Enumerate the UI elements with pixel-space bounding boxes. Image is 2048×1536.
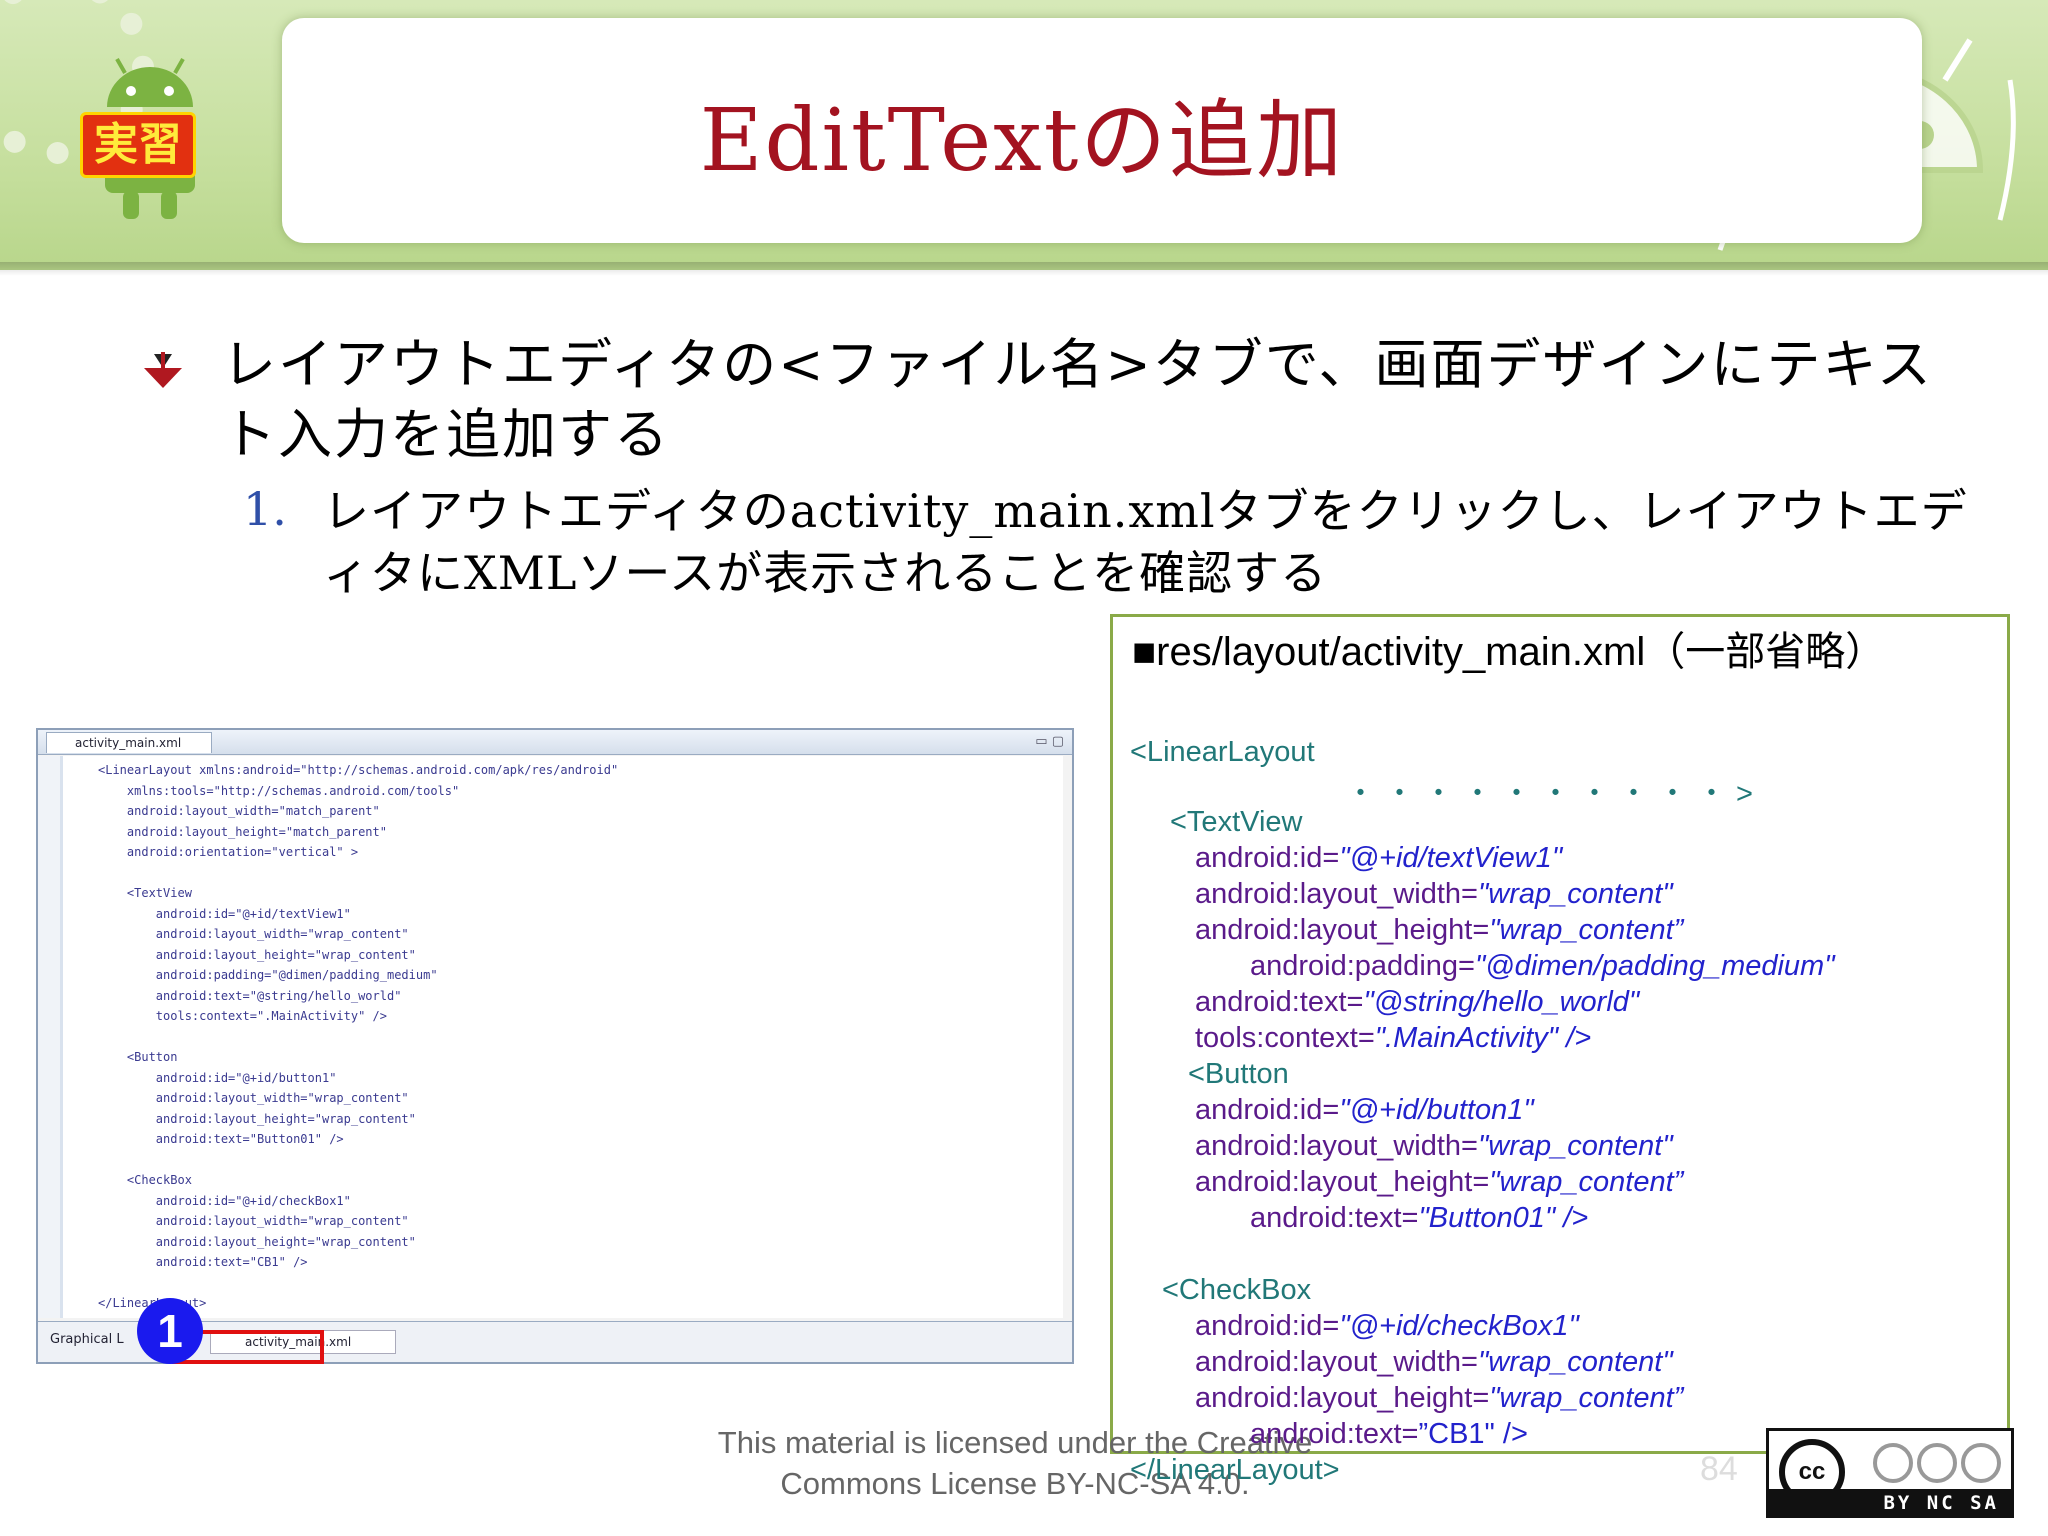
code-line: <LinearLayout xmlns:android="http://sche… — [98, 763, 619, 777]
code-line: android:layout_height="wrap_content" — [98, 1234, 416, 1249]
attr-value: ”CB1" /> — [1418, 1418, 1528, 1450]
attr-name: android:id= — [1195, 1094, 1340, 1126]
code-line: android:layout_width="wrap_content" — [98, 1214, 409, 1228]
code-line: android:id="@+id/checkBox1" — [98, 1193, 351, 1208]
attr-value: "@+id/button1" — [1339, 1094, 1534, 1126]
bullet-arrow-icon — [144, 352, 182, 388]
attr-name: android:text= — [1250, 1202, 1419, 1234]
xml-attr-line: android:id="@+id/checkBox1" — [1195, 1310, 1579, 1343]
code-line: android:layout_width="wrap_content" — [98, 927, 409, 941]
sa-icon — [1961, 1443, 2001, 1483]
step-text: レイアウトエディタのactivity_main.xmlタブをクリックし、レイアウ… — [323, 484, 1968, 600]
attr-value: "wrap_content” — [1489, 1382, 1684, 1414]
code-line: android:layout_width="match_parent" — [98, 804, 380, 818]
code-line: <Button — [98, 1050, 178, 1064]
xml-attr-line: android:layout_height="wrap_content” — [1195, 1166, 1683, 1199]
code-line: android:text="Button01" /> — [98, 1132, 344, 1146]
attr-name: android:text= — [1195, 986, 1364, 1018]
code-line: <CheckBox — [98, 1173, 192, 1187]
code-line: android:padding="@dimen/padding_medium" — [98, 968, 438, 982]
attr-value: "@+id/textView1" — [1339, 842, 1563, 874]
attr-value: "wrap_content" — [1477, 1130, 1673, 1162]
window-buttons-icon[interactable]: ▭ ▢ — [1035, 734, 1064, 749]
code-line: android:orientation="vertical" > — [98, 845, 359, 859]
attr-name: android:id= — [1195, 1310, 1340, 1342]
xml-attr-line: android:text=”CB1" /> — [1250, 1418, 1528, 1451]
attr-name: android:id= — [1195, 842, 1340, 874]
cc-license-badge: cc BY NC SA — [1766, 1428, 2014, 1518]
bullet-main-text: レイアウトエディタの<ファイル名>タブで、画面デザインにテキスト入力を追加する — [222, 333, 1933, 466]
xml-attr-line: android:padding="@dimen/padding_medium" — [1250, 950, 1835, 983]
attr-name: android:layout_height= — [1195, 1382, 1490, 1414]
code-line: </LinearLayout> — [98, 1293, 1068, 1314]
linearlayout-close: </LinearLayout> — [1130, 1454, 1340, 1486]
page-number: 84 — [1700, 1450, 1738, 1488]
code-line: android:layout_height="match_parent" — [98, 824, 387, 839]
attr-value: "wrap_content” — [1489, 914, 1684, 946]
cc-label-bar: BY NC SA — [1769, 1489, 2011, 1515]
step-number: 1. — [243, 482, 287, 536]
cc-label: BY NC SA — [1883, 1492, 1999, 1514]
checkbox-open: <CheckBox — [1162, 1274, 1312, 1306]
code-line: xmlns:tools="http://schemas.android.com/… — [98, 783, 460, 798]
editor-ruler — [38, 756, 60, 1318]
attr-value: "wrap_content" — [1477, 1346, 1673, 1378]
code-line: <TextView — [98, 886, 192, 900]
attr-value: "wrap_content" — [1477, 878, 1673, 910]
textview-open: <TextView — [1170, 806, 1303, 838]
attr-name: android:text= — [1250, 1418, 1419, 1450]
xml-attr-line: android:layout_width="wrap_content" — [1195, 1130, 1673, 1163]
code-line: android:text="CB1" /> — [98, 1255, 308, 1269]
editor-screenshot: activity_main.xml ▭ ▢ <LinearLayout xmln… — [36, 728, 1074, 1364]
code-line: android:layout_height="wrap_content" — [98, 947, 416, 962]
xml-attr-line: android:layout_width="wrap_content" — [1195, 878, 1673, 911]
nc-icon — [1917, 1443, 1957, 1483]
attr-name: android:layout_width= — [1195, 1130, 1478, 1162]
attr-name: android:layout_width= — [1195, 1346, 1478, 1378]
xml-attr-line: android:layout_height="wrap_content” — [1195, 1382, 1683, 1415]
attr-name: tools:context= — [1195, 1022, 1375, 1054]
slide-title: EditTextの追加 — [699, 91, 1345, 191]
linearlayout-open: <LinearLayout — [1130, 736, 1315, 768]
ellipsis: ・・・・・・・・・・> — [1346, 778, 1763, 810]
xml-attr-line: android:id="@+id/button1" — [1195, 1094, 1534, 1127]
code-line: android:text="@string/hello_world" — [98, 988, 402, 1003]
practice-badge: 実習 — [80, 112, 196, 178]
callout-number: 1 — [137, 1298, 203, 1364]
xml-attr-line: android:text="@string/hello_world" — [1195, 986, 1639, 1019]
attr-value: "Button01" /> — [1418, 1202, 1589, 1234]
attr-value: "wrap_content” — [1489, 1166, 1684, 1198]
editor-tab[interactable]: activity_main.xml — [46, 732, 213, 753]
attr-value: "@string/hello_world" — [1363, 986, 1640, 1018]
button-open: <Button — [1188, 1058, 1289, 1090]
code-line: android:id="@+id/button1" — [98, 1070, 337, 1085]
code-line: tools:context=".MainActivity" /> — [98, 1009, 387, 1023]
attr-value: "@+id/checkBox1" — [1339, 1310, 1579, 1342]
editor-code: <LinearLayout xmlns:android="http://sche… — [98, 760, 1068, 1314]
code-line: android:layout_width="wrap_content" — [98, 1091, 409, 1105]
xml-attr-line: tools:context=".MainActivity" /> — [1195, 1022, 1591, 1055]
attr-name: android:layout_height= — [1195, 914, 1490, 946]
editor-tabbar: activity_main.xml ▭ ▢ — [38, 730, 1072, 755]
attr-value: ".MainActivity" /> — [1374, 1022, 1592, 1054]
code-line: android:layout_height="wrap_content" — [98, 1111, 416, 1126]
xml-attr-line: android:id="@+id/textView1" — [1195, 842, 1562, 875]
by-icon — [1873, 1443, 1913, 1483]
header-shadow — [0, 262, 2048, 276]
attr-name: android:layout_width= — [1195, 878, 1478, 910]
xml-panel-title: ■res/layout/activity_main.xml（一部省略） — [1132, 630, 1886, 674]
code-line: android:id="@+id/textView1" — [98, 906, 351, 921]
attr-name: android:layout_height= — [1195, 1166, 1490, 1198]
attr-name: android:padding= — [1250, 950, 1475, 982]
xml-attr-line: android:text="Button01" /> — [1250, 1202, 1588, 1235]
graphical-layout-tab[interactable]: Graphical L — [50, 1332, 124, 1347]
xml-attr-line: android:layout_height="wrap_content” — [1195, 914, 1683, 947]
attr-value: "@dimen/padding_medium" — [1474, 950, 1835, 982]
xml-attr-line: android:layout_width="wrap_content" — [1195, 1346, 1673, 1379]
